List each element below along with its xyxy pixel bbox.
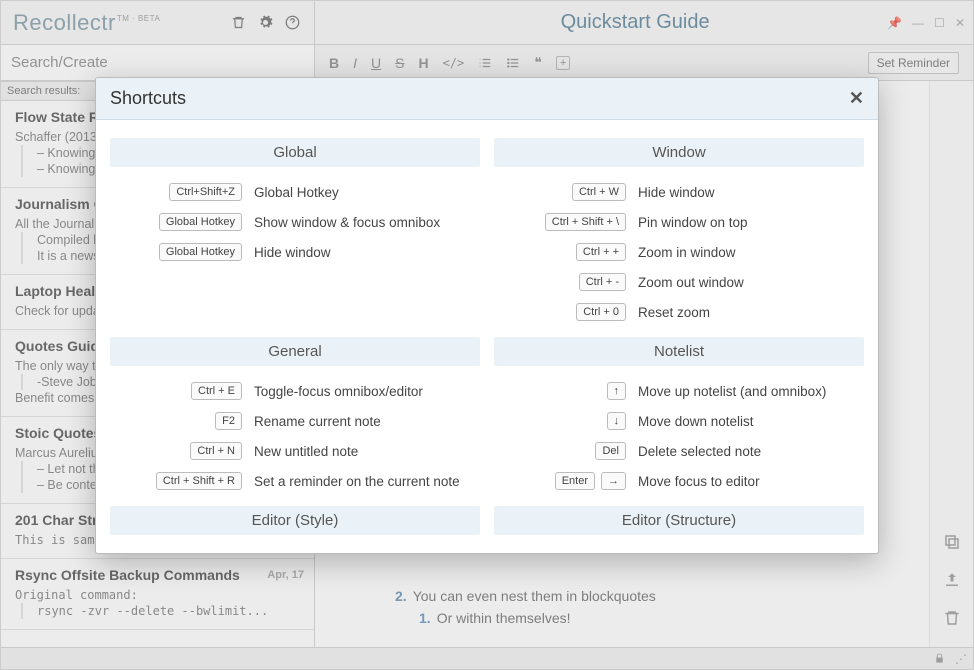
shortcut-description: New untitled note <box>254 444 480 459</box>
shortcut-row: Ctrl + 0 Reset zoom <box>494 297 864 327</box>
keycap: → <box>601 472 626 490</box>
shortcut-row: Ctrl + + Zoom in window <box>494 237 864 267</box>
shortcut-row: Ctrl + E Toggle-focus omnibox/editor <box>110 376 480 406</box>
keycap: Ctrl + 0 <box>576 303 626 321</box>
shortcut-description: Show window & focus omnibox <box>254 215 480 230</box>
modal-body: GlobalCtrl+Shift+ZGlobal HotkeyGlobal Ho… <box>96 120 878 553</box>
section-heading: Editor (Style) <box>110 506 480 535</box>
shortcut-row: Ctrl + Shift + R Set a reminder on the cu… <box>110 466 480 496</box>
keycap: ↑ <box>607 382 627 400</box>
shortcut-section: Window Ctrl + W Hide window Ctrl + Shift + … <box>494 138 864 327</box>
shortcut-row: Ctrl + - Zoom out window <box>494 267 864 297</box>
shortcut-section: Notelist ↑ Move up notelist (and omnibox) ↓… <box>494 337 864 496</box>
shortcut-row: F2 Rename current note <box>110 406 480 436</box>
shortcut-row: Ctrl + N New untitled note <box>110 436 480 466</box>
section-heading: Editor (Structure) <box>494 506 864 535</box>
keycap: Enter <box>555 472 595 490</box>
shortcut-description: Rename current note <box>254 414 480 429</box>
shortcut-section: GlobalCtrl+Shift+ZGlobal HotkeyGlobal Ho… <box>110 138 480 327</box>
shortcut-row: Global Hotkey Show window & focus omnibox <box>110 207 480 237</box>
keycap: Ctrl+Shift+Z <box>169 183 242 201</box>
keycap: Ctrl + W <box>572 183 626 201</box>
shortcut-description: Global Hotkey <box>254 185 480 200</box>
shortcut-description: Move up notelist (and omnibox) <box>638 384 864 399</box>
shortcut-row: ↑ Move up notelist (and omnibox) <box>494 376 864 406</box>
keycap: Ctrl + N <box>190 442 242 460</box>
shortcut-row: Global Hotkey Hide window <box>110 237 480 267</box>
shortcut-description: Toggle-focus omnibox/editor <box>254 384 480 399</box>
keycap: Ctrl + + <box>576 243 626 261</box>
shortcut-description: Hide window <box>638 185 864 200</box>
shortcut-description: Reset zoom <box>638 305 864 320</box>
section-heading: Notelist <box>494 337 864 366</box>
shortcut-description: Set a reminder on the current note <box>254 474 480 489</box>
shortcut-description: Zoom out window <box>638 275 864 290</box>
keycap: Ctrl + Shift + R <box>156 472 242 490</box>
modal-title: Shortcuts <box>110 88 849 109</box>
keycap: Del <box>595 442 626 460</box>
shortcut-row: Ctrl + Shift + \ Pin window on top <box>494 207 864 237</box>
keycap: Global Hotkey <box>159 213 242 231</box>
keycap: ↓ <box>607 412 627 430</box>
section-heading: General <box>110 337 480 366</box>
shortcut-row: Del Delete selected note <box>494 436 864 466</box>
keycap: F2 <box>215 412 242 430</box>
section-heading: Global <box>110 138 480 167</box>
shortcut-row: Ctrl + W Hide window <box>494 177 864 207</box>
close-icon[interactable]: ✕ <box>849 88 864 109</box>
shortcut-description: Move focus to editor <box>638 474 864 489</box>
section-heading: Window <box>494 138 864 167</box>
app-window: RecollectrTM · BETA Quickstart Guide 📌 —… <box>0 0 974 670</box>
keycap: Global Hotkey <box>159 243 242 261</box>
shortcut-row: ↓ Move down notelist <box>494 406 864 436</box>
keycap: Ctrl + - <box>579 273 626 291</box>
shortcut-section: Editor (Style) <box>110 506 480 545</box>
shortcut-row: Enter → Move focus to editor <box>494 466 864 496</box>
shortcut-description: Hide window <box>254 245 480 260</box>
keycap: Ctrl + E <box>191 382 242 400</box>
shortcut-section: Editor (Structure) <box>494 506 864 545</box>
shortcut-row: Ctrl+Shift+Z Global Hotkey <box>110 177 480 207</box>
shortcut-section: General Ctrl + E Toggle-focus omnibox/edit… <box>110 337 480 496</box>
modal-header: Shortcuts ✕ <box>96 78 878 120</box>
keycap: Ctrl + Shift + \ <box>545 213 626 231</box>
shortcut-description: Pin window on top <box>638 215 864 230</box>
shortcut-description: Move down notelist <box>638 414 864 429</box>
shortcut-description: Zoom in window <box>638 245 864 260</box>
shortcuts-modal: Shortcuts ✕ Global Ctrl+Shift+Z Global Hot… <box>95 77 879 554</box>
shortcut-description: Delete selected note <box>638 444 864 459</box>
modal-overlay[interactable]: Shortcuts ✕ Global Ctrl+Shift+Z Global Hot… <box>1 1 973 669</box>
